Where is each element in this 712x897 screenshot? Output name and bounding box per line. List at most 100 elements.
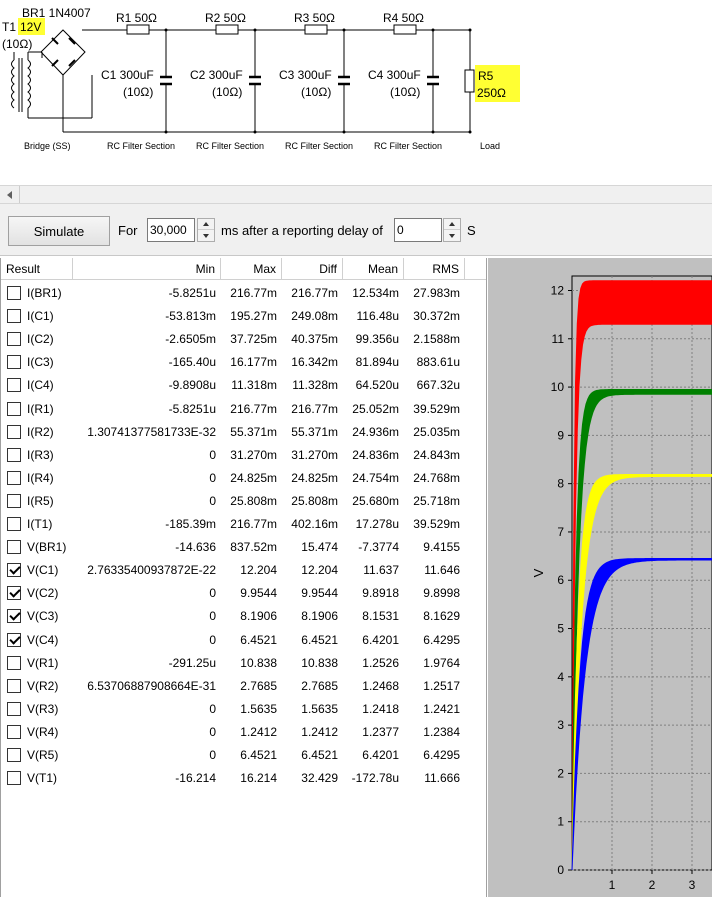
table-row[interactable]: I(R1) -5.8251u 216.77m 216.77m 25.052m 39.529… (1, 398, 486, 421)
row-checkbox[interactable] (7, 724, 21, 739)
delay-input[interactable] (394, 218, 442, 242)
column-header-mean[interactable]: Mean (343, 258, 404, 280)
table-row[interactable]: V(C4) 0 6.4521 6.4521 6.4201 6.4295 (1, 629, 486, 652)
row-name: V(C4) (27, 632, 59, 647)
table-row[interactable]: I(C3) -165.40u 16.177m 16.342m 81.894u 883.61… (1, 351, 486, 374)
simulate-button[interactable]: Simulate (8, 216, 110, 246)
column-header-max[interactable]: Max (221, 258, 282, 280)
resistor-label: R3 50Ω (294, 11, 335, 25)
section-label: RC Filter Section (374, 141, 442, 151)
table-row[interactable]: I(R2) 1.30741377581733E-32 55.371m 55.371m 2… (1, 421, 486, 444)
table-row[interactable]: I(R3) 0 31.270m 31.270m 24.836m 24.843m (1, 444, 486, 467)
table-row[interactable]: V(C1) 2.76335400937872E-22 12.204 12.204 11.… (1, 559, 486, 582)
table-row[interactable]: I(C2) -2.6505m 37.725m 40.375m 99.356u 2.1588… (1, 328, 486, 351)
spin-down-icon[interactable] (444, 230, 460, 241)
cell-max: 55.371m (230, 424, 277, 439)
table-row[interactable]: V(BR1) -14.636 837.52m 15.474 -7.3774 9.4155 (1, 536, 486, 559)
section-label: RC Filter Section (285, 141, 353, 151)
load-value: 250Ω (477, 86, 506, 100)
waveform-chart[interactable]: 0 1 2 3 4 5 6 7 8 9 10 11 12 1 2 3 V (488, 258, 712, 897)
spin-down-icon[interactable] (198, 230, 214, 241)
row-checkbox[interactable] (7, 748, 21, 762)
table-row[interactable]: I(R4) 0 24.825m 24.825m 24.754m 24.768m (1, 467, 486, 490)
results-table: Result Min Max Diff Mean RMS I(BR1) -5.82… (0, 258, 487, 897)
table-row[interactable]: I(R5) 0 25.808m 25.808m 25.680m 25.718m (1, 490, 486, 513)
cell-mean: 9.8918 (362, 586, 399, 601)
row-checkbox[interactable] (7, 655, 21, 670)
spin-up-icon[interactable] (444, 219, 460, 230)
cell-max: 837.52m (230, 540, 277, 555)
row-checkbox[interactable] (7, 771, 21, 786)
cell-min: 0 (209, 609, 216, 624)
table-row[interactable]: I(C4) -9.8908u 11.318m 11.328m 64.520u 667.32… (1, 374, 486, 397)
section-label: Bridge (SS) (24, 141, 71, 151)
table-row[interactable]: I(C1) -53.813m 195.27m 249.08m 116.48u 30.372… (1, 305, 486, 328)
delay-spinner[interactable] (443, 218, 461, 242)
row-checkbox[interactable] (7, 401, 21, 416)
circuit-schematic[interactable]: BR1 1N4007 T1 12V (10Ω) R1 50Ω R2 50Ω R3… (0, 0, 712, 155)
table-row[interactable]: V(C2) 0 9.9544 9.9544 9.8918 9.8998 (1, 582, 486, 605)
row-checkbox[interactable] (7, 332, 21, 347)
duration-spinner[interactable] (197, 218, 215, 242)
cell-rms: 1.2421 (423, 701, 460, 716)
table-row[interactable]: V(R5) 0 6.4521 6.4521 6.4201 6.4295 (1, 744, 486, 767)
row-checkbox[interactable] (7, 424, 21, 439)
cell-min: -9.8908u (168, 378, 216, 393)
row-checkbox[interactable] (7, 609, 21, 624)
scroll-thumb[interactable] (19, 186, 20, 203)
row-name: V(BR1) (27, 540, 67, 555)
cell-mean: 17.278u (355, 517, 399, 531)
row-checkbox[interactable] (7, 517, 21, 531)
table-row[interactable]: V(R4) 0 1.2412 1.2412 1.2377 1.2384 (1, 721, 486, 744)
cell-mean: 8.1531 (362, 609, 399, 624)
cell-max: 6.4521 (240, 748, 277, 762)
row-checkbox[interactable] (7, 493, 21, 508)
cell-max: 216.77m (230, 401, 277, 416)
row-checkbox[interactable] (7, 632, 21, 647)
row-checkbox[interactable] (7, 586, 21, 601)
spin-up-icon[interactable] (198, 219, 214, 230)
resistor-label: R2 50Ω (205, 11, 246, 25)
row-checkbox[interactable] (7, 355, 21, 370)
arrow-left-icon (7, 190, 12, 199)
cell-rms: 24.843m (413, 447, 460, 462)
column-header-diff[interactable]: Diff (282, 258, 343, 280)
cell-min: 1.30741377581733E-32 (87, 424, 216, 439)
table-row[interactable]: V(C3) 0 8.1906 8.1906 8.1531 8.1629 (1, 605, 486, 628)
duration-input[interactable] (147, 218, 195, 242)
cell-rms: 39.529m (413, 401, 460, 416)
row-checkbox[interactable] (7, 470, 21, 485)
y-tick-label: 5 (557, 622, 564, 636)
cell-min: 0 (209, 493, 216, 508)
table-row[interactable]: V(R1) -291.25u 10.838 10.838 1.2526 1.9764 (1, 652, 486, 675)
table-row[interactable]: I(BR1) -5.8251u 216.77m 216.77m 12.534m 27.98… (1, 282, 486, 305)
row-checkbox[interactable] (7, 540, 21, 555)
table-row[interactable]: V(R2) 6.53706887908664E-31 2.7685 2.7685 1.2… (1, 675, 486, 698)
cell-mean: 1.2468 (362, 678, 399, 693)
cell-diff: 216.77m (291, 286, 338, 300)
column-header-result[interactable]: Result (1, 258, 73, 280)
horizontal-scrollbar[interactable] (0, 185, 712, 204)
column-header-min[interactable]: Min (73, 258, 221, 280)
transformer-symbol (11, 52, 31, 118)
row-checkbox[interactable] (7, 563, 21, 578)
row-checkbox[interactable] (7, 701, 21, 716)
row-checkbox[interactable] (7, 309, 21, 324)
cell-mean: -172.78u (351, 771, 399, 786)
row-checkbox[interactable] (7, 378, 21, 393)
table-row[interactable]: I(T1) -185.39m 216.77m 402.16m 17.278u 39.529… (1, 513, 486, 536)
row-checkbox[interactable] (7, 678, 21, 693)
cell-rms: 8.1629 (423, 609, 460, 624)
row-checkbox[interactable] (7, 447, 21, 462)
scroll-left-button[interactable] (0, 186, 19, 203)
row-checkbox[interactable] (7, 286, 21, 300)
table-row[interactable]: V(T1) -16.214 16.214 32.429 -172.78u 11.666 (1, 767, 486, 790)
cell-rms: 25.035m (413, 424, 460, 439)
seconds-label: S (467, 223, 476, 238)
cell-diff: 31.270m (291, 447, 338, 462)
column-header-rms[interactable]: RMS (404, 258, 465, 280)
table-row[interactable]: V(R3) 0 1.5635 1.5635 1.2418 1.2421 (1, 698, 486, 721)
cell-diff: 11.328m (292, 378, 338, 393)
x-tick-label: 1 (609, 878, 616, 892)
y-tick-label: 4 (557, 670, 564, 684)
